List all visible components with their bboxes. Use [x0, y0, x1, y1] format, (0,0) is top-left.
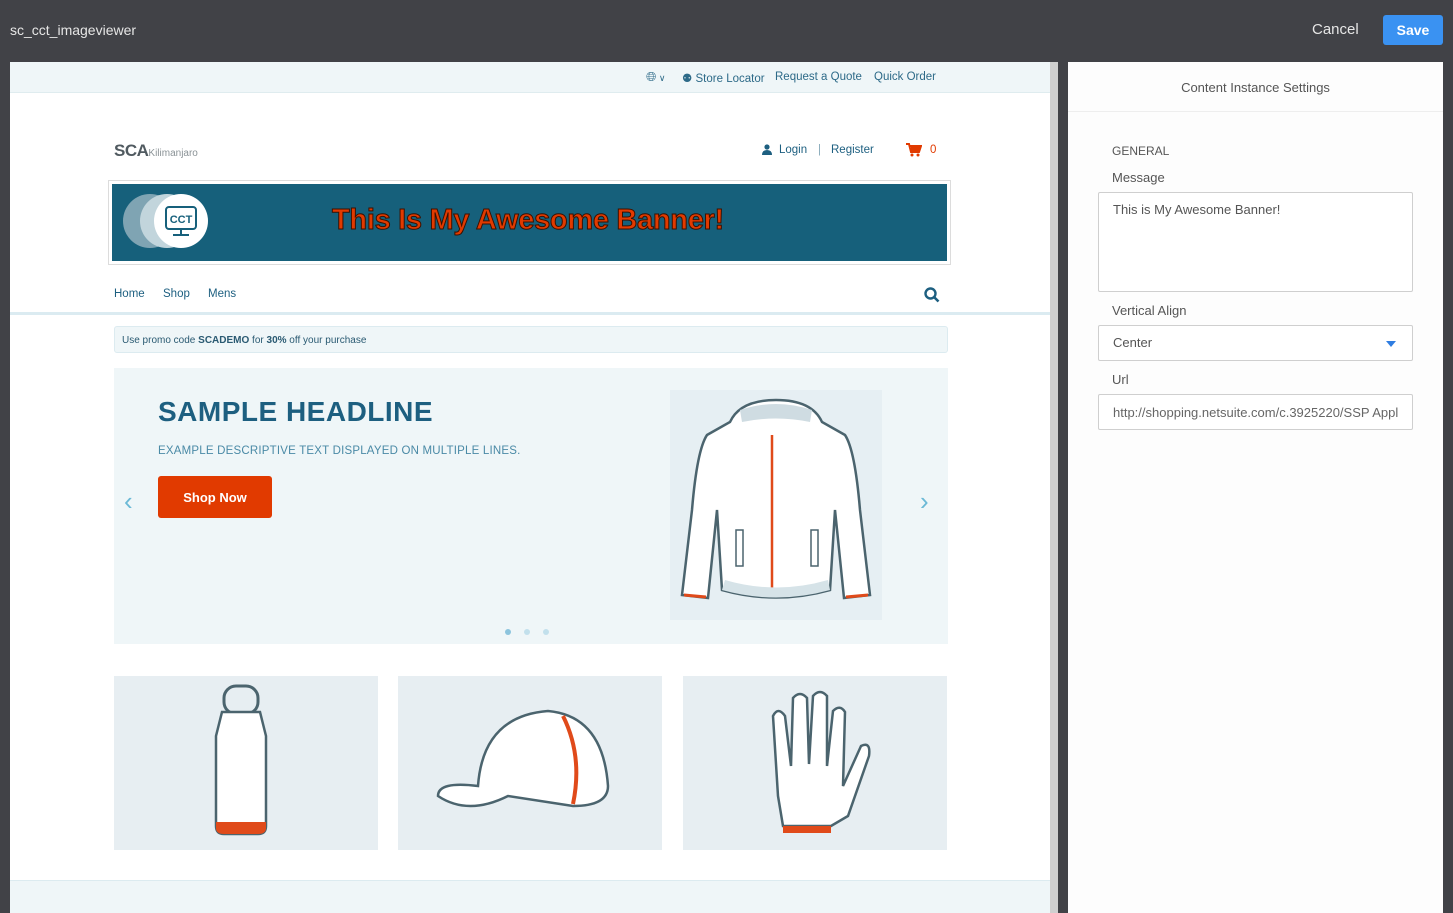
banner-message: This Is My Awesome Banner! — [332, 204, 725, 237]
request-quote-link[interactable]: Request a Quote — [775, 71, 862, 83]
site-footer — [10, 880, 1053, 913]
product-tile-bottle[interactable] — [114, 676, 378, 850]
cart-count: 0 — [930, 144, 937, 156]
svg-text:CCT: CCT — [170, 214, 193, 226]
cart-icon[interactable] — [906, 143, 923, 160]
carousel-dot[interactable] — [505, 629, 511, 635]
carousel-dot[interactable] — [543, 629, 549, 635]
section-general: GENERAL — [1112, 144, 1170, 158]
url-label: Url — [1112, 372, 1129, 387]
preview-scrollbar[interactable] — [1050, 62, 1058, 913]
main-nav: Home Shop Mens — [10, 275, 1053, 315]
nav-mens[interactable]: Mens — [208, 288, 236, 300]
cct-banner[interactable]: CCT This Is My Awesome Banner! — [108, 180, 951, 265]
message-field[interactable]: This is My Awesome Banner! — [1098, 192, 1413, 292]
hero-headline: SAMPLE HEADLINE — [158, 396, 434, 427]
message-label: Message — [1112, 170, 1165, 185]
carousel-prev-icon[interactable]: ‹ — [124, 486, 133, 517]
save-button[interactable]: Save — [1383, 15, 1443, 45]
glove-image — [771, 690, 871, 833]
jacket-image — [670, 390, 882, 620]
carousel-dot[interactable] — [524, 629, 530, 635]
promo-bar: Use promo code SCADEMO for 30% off your … — [114, 326, 948, 353]
globe-icon[interactable]: 🌐︎ ∨ — [646, 69, 666, 85]
utility-bar: 🌐︎ ∨ ⚉ Store Locator Request a Quote Qui… — [10, 62, 1053, 93]
settings-title: Content Instance Settings — [1068, 62, 1443, 112]
hero-carousel: SAMPLE HEADLINE EXAMPLE DESCRIPTIVE TEXT… — [114, 368, 948, 644]
carousel-next-icon[interactable]: › — [920, 486, 929, 517]
water-bottle-image — [214, 684, 268, 836]
app-title: sc_cct_imageviewer — [10, 22, 137, 38]
nav-shop[interactable]: Shop — [163, 288, 190, 300]
map-pin-icon: ⚉ — [682, 73, 693, 85]
quick-order-link[interactable]: Quick Order — [874, 71, 936, 83]
login-link[interactable]: Login — [779, 144, 807, 156]
cct-logo-icon: CCT — [123, 194, 208, 248]
site-preview: 🌐︎ ∨ ⚉ Store Locator Request a Quote Qui… — [10, 62, 1053, 913]
editor-toolbar: sc_cct_imageviewer Cancel Save — [0, 0, 1453, 62]
search-icon[interactable] — [924, 287, 940, 308]
product-tile-glove[interactable] — [683, 676, 947, 850]
product-tile-cap[interactable] — [398, 676, 662, 850]
site-header: SCAKilimanjaro Login | Register 0 — [10, 93, 1053, 183]
vertical-align-label: Vertical Align — [1112, 303, 1187, 318]
carousel-dots — [505, 622, 562, 640]
settings-panel: Content Instance Settings GENERAL Messag… — [1068, 62, 1443, 913]
baseball-cap-image — [436, 709, 610, 808]
site-logo[interactable]: SCAKilimanjaro — [114, 141, 198, 161]
cancel-button[interactable]: Cancel — [1312, 21, 1359, 38]
hero-description: EXAMPLE DESCRIPTIVE TEXT DISPLAYED ON MU… — [158, 445, 521, 457]
vertical-align-select[interactable]: Center — [1098, 325, 1413, 361]
caret-down-icon — [1386, 341, 1396, 347]
store-locator-link[interactable]: ⚉ Store Locator — [682, 71, 765, 85]
user-icon — [762, 144, 772, 158]
shop-now-button[interactable]: Shop Now — [158, 476, 272, 518]
nav-home[interactable]: Home — [114, 288, 145, 300]
register-link[interactable]: Register — [831, 144, 874, 156]
url-field[interactable] — [1098, 394, 1413, 430]
header-separator: | — [818, 144, 821, 156]
